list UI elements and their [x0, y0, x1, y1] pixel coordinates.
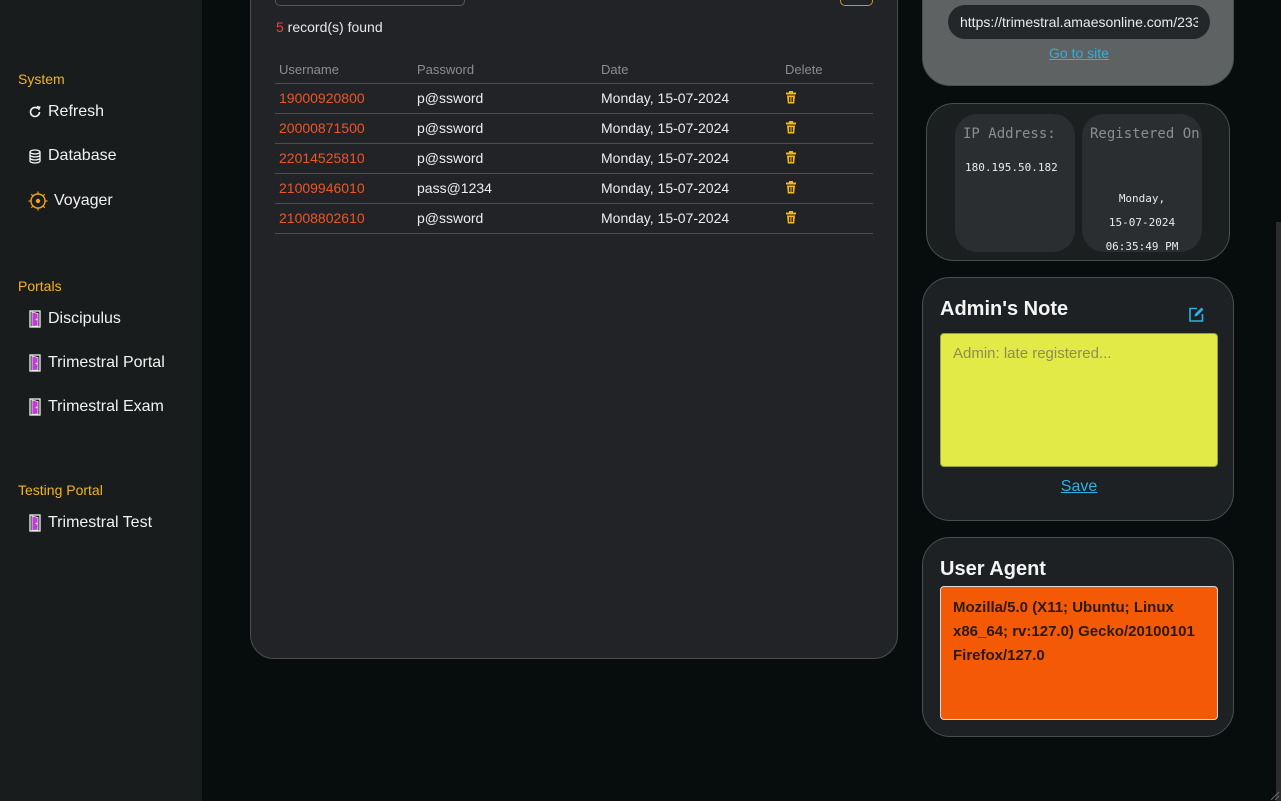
date-cell: Monday, 15-07-2024	[597, 143, 781, 174]
admin-note-textarea[interactable]	[940, 333, 1218, 467]
table-row: 22014525810 p@ssword Monday, 15-07-2024	[275, 143, 873, 174]
username-cell[interactable]: 21008802610	[275, 203, 413, 234]
records-suffix: record(s) found	[283, 19, 383, 35]
table-row: 21009946010 pass@1234 Monday, 15-07-2024	[275, 173, 873, 204]
search-input[interactable]	[275, 0, 465, 6]
site-url-field[interactable]	[948, 5, 1210, 39]
edit-icon[interactable]	[1188, 306, 1205, 328]
registered-time: 06:35:49 PM	[1105, 240, 1179, 253]
sidebar-item-voyager[interactable]: Voyager	[28, 191, 113, 211]
sidebar-item-trimestral-exam[interactable]: Trimestral Exam	[28, 398, 164, 416]
password-cell: p@ssword	[413, 143, 597, 174]
registered-on-box: Registered On Monday, 15-07-2024 06:35:4…	[1082, 114, 1202, 253]
password-cell: p@ssword	[413, 83, 597, 114]
resize-grip-icon[interactable]	[1268, 788, 1280, 801]
go-to-site-link[interactable]: Go to site	[923, 45, 1235, 61]
site-card: Go to site	[922, 0, 1234, 86]
sidebar-item-discipulus[interactable]: Discipulus	[28, 310, 121, 328]
user-agent-value: Mozilla/5.0 (X11; Ubuntu; Linux x86_64; …	[940, 586, 1218, 720]
sidebar-item-label: Trimestral Exam	[48, 398, 164, 415]
sidebar: System Refresh Database Voyager Portals	[0, 0, 202, 801]
table-row: 21008802610 p@ssword Monday, 15-07-2024	[275, 203, 873, 234]
door-icon	[28, 354, 42, 372]
search-button[interactable]	[840, 0, 873, 6]
section-label-system: System	[18, 71, 65, 87]
trash-icon[interactable]	[785, 180, 797, 197]
column-header-delete: Delete	[781, 56, 873, 84]
user-agent-card: User Agent Mozilla/5.0 (X11; Ubuntu; Lin…	[922, 537, 1234, 737]
column-header-password: Password	[413, 56, 597, 84]
date-cell: Monday, 15-07-2024	[597, 83, 781, 114]
registered-on-label: Registered On	[1090, 126, 1200, 142]
sidebar-item-label: Trimestral Test	[48, 514, 153, 531]
sidebar-item-database[interactable]: Database	[28, 147, 117, 165]
delete-cell	[781, 203, 873, 234]
username-cell[interactable]: 20000871500	[275, 113, 413, 144]
voyager-icon	[28, 191, 48, 211]
trash-icon[interactable]	[785, 150, 797, 167]
ip-address-label: IP Address:	[963, 126, 1056, 142]
sidebar-item-label: Discipulus	[48, 310, 121, 327]
admin-note-title: Admin's Note	[940, 298, 1069, 320]
records-body: 19000920800 p@ssword Monday, 15-07-2024 200…	[275, 83, 873, 234]
user-agent-title: User Agent	[940, 558, 1046, 580]
registered-day: Monday,	[1118, 192, 1166, 205]
registered-date: 15-07-2024	[1108, 216, 1176, 229]
date-cell: Monday, 15-07-2024	[597, 203, 781, 234]
section-label-testing-portal: Testing Portal	[18, 482, 103, 498]
database-icon	[28, 148, 42, 164]
refresh-icon	[28, 105, 42, 119]
ip-card: IP Address: 180.195.50.182 Registered On…	[926, 103, 1230, 261]
sidebar-item-label: Refresh	[48, 103, 105, 120]
records-table: Username Password Date Delete 1900092080…	[275, 56, 873, 234]
sidebar-item-label: Database	[48, 147, 117, 164]
ip-address-box: IP Address: 180.195.50.182	[955, 114, 1075, 252]
password-cell: pass@1234	[413, 173, 597, 204]
delete-cell	[781, 83, 873, 114]
column-header-date: Date	[597, 56, 781, 84]
delete-cell	[781, 173, 873, 204]
section-label-portals: Portals	[18, 278, 62, 294]
column-header-username: Username	[275, 56, 413, 84]
app-window: System Refresh Database Voyager Portals	[0, 0, 1281, 801]
save-note-link[interactable]: Save	[923, 478, 1235, 496]
ip-address-value: 180.195.50.182	[965, 161, 1058, 174]
trash-icon[interactable]	[785, 120, 797, 137]
sidebar-item-refresh[interactable]: Refresh	[28, 103, 104, 121]
username-cell[interactable]: 19000920800	[275, 83, 413, 114]
trash-icon[interactable]	[785, 90, 797, 107]
table-row: 20000871500 p@ssword Monday, 15-07-2024	[275, 113, 873, 144]
password-cell: p@ssword	[413, 113, 597, 144]
sidebar-item-trimestral-portal[interactable]: Trimestral Portal	[28, 354, 165, 372]
door-icon	[28, 514, 42, 532]
scrollbar[interactable]	[1276, 222, 1281, 801]
delete-cell	[781, 143, 873, 174]
delete-cell	[781, 113, 873, 144]
username-cell[interactable]: 22014525810	[275, 143, 413, 174]
password-cell: p@ssword	[413, 203, 597, 234]
sidebar-item-trimestral-test[interactable]: Trimestral Test	[28, 514, 152, 532]
trash-icon[interactable]	[785, 210, 797, 227]
table-header-row: Username Password Date Delete	[275, 56, 873, 84]
username-cell[interactable]: 21009946010	[275, 173, 413, 204]
admin-note-card: Admin's Note Save	[922, 277, 1234, 521]
sidebar-item-label: Trimestral Portal	[48, 354, 165, 371]
sidebar-item-label: Voyager	[54, 192, 113, 209]
table-row: 19000920800 p@ssword Monday, 15-07-2024	[275, 83, 873, 114]
date-cell: Monday, 15-07-2024	[597, 173, 781, 204]
door-icon	[28, 398, 42, 416]
date-cell: Monday, 15-07-2024	[597, 113, 781, 144]
records-found: 5 record(s) found	[276, 19, 383, 35]
records-count: 5	[276, 19, 284, 35]
registered-on-value: Monday, 15-07-2024 06:35:49 PM	[1082, 187, 1202, 259]
door-icon	[28, 310, 42, 328]
